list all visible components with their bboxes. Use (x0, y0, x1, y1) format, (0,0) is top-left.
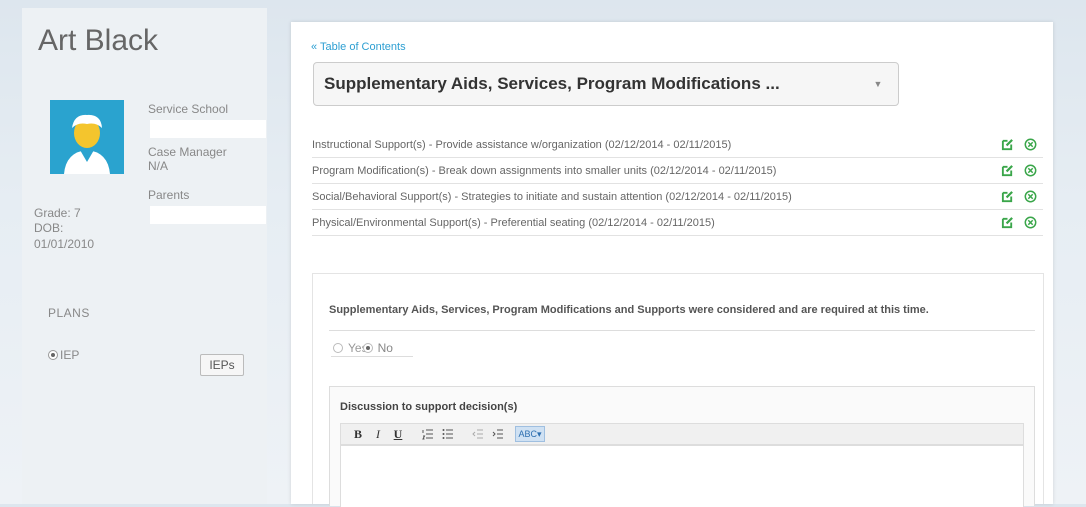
support-row: Program Modification(s) - Break down ass… (312, 158, 1043, 184)
no-label: No (377, 341, 393, 355)
support-text: Program Modification(s) - Break down ass… (312, 164, 777, 177)
chevron-down-icon: ▼ (873, 79, 883, 89)
table-of-contents-link[interactable]: « Table of Contents (311, 41, 406, 53)
remove-icon[interactable] (1024, 164, 1037, 177)
student-name: Art Black (38, 24, 159, 57)
ieps-button[interactable]: IEPs (200, 354, 244, 376)
discussion-label: Discussion to support decision(s) (340, 401, 518, 413)
section-select[interactable]: Supplementary Aids, Services, Program Mo… (313, 62, 899, 106)
no-radio[interactable] (362, 343, 373, 353)
dob-label: DOB: (34, 221, 64, 235)
iep-radio[interactable]: IEP (48, 348, 79, 362)
bold-button[interactable]: B (349, 425, 367, 443)
iep-radio-label: IEP (60, 348, 80, 362)
service-school-value (150, 120, 266, 138)
decision-question: Supplementary Aids, Services, Program Mo… (329, 304, 929, 316)
discussion-panel: Discussion to support decision(s) B I U (329, 386, 1035, 507)
support-row: Physical/Environmental Support(s) - Pref… (312, 210, 1043, 236)
section-select-value: Supplementary Aids, Services, Program Mo… (324, 74, 780, 93)
support-text: Physical/Environmental Support(s) - Pref… (312, 216, 715, 229)
avatar-icon (50, 100, 124, 174)
student-panel: Art Black Service School Case Manager N/… (22, 8, 267, 504)
remove-icon[interactable] (1024, 138, 1037, 151)
bullet-list-icon[interactable] (439, 425, 457, 443)
support-row: Social/Behavioral Support(s) - Strategie… (312, 184, 1043, 210)
parents-label: Parents (148, 188, 190, 202)
plans-label: PLANS (48, 306, 90, 320)
dob-value: 01/01/2010 (34, 237, 95, 251)
edit-icon[interactable] (1001, 164, 1014, 177)
remove-icon[interactable] (1024, 216, 1037, 229)
edit-icon[interactable] (1001, 216, 1014, 229)
yes-radio[interactable] (333, 343, 343, 353)
case-manager-value: N/A (148, 159, 169, 173)
discussion-editor[interactable] (340, 445, 1024, 507)
spellcheck-icon[interactable]: ABC▾ (515, 426, 545, 442)
iep-radio-dot[interactable] (48, 350, 58, 360)
edit-icon[interactable] (1001, 138, 1014, 151)
grade: Grade: 7 (34, 206, 81, 220)
yes-no-radio-group[interactable]: Yes No (333, 338, 409, 358)
divider (329, 330, 1035, 331)
ordered-list-icon[interactable] (419, 425, 437, 443)
outdent-icon[interactable] (469, 425, 487, 443)
underline-button[interactable]: U (389, 425, 407, 443)
support-row: Instructional Support(s) - Provide assis… (312, 132, 1043, 158)
edit-icon[interactable] (1001, 190, 1014, 203)
indent-icon[interactable] (489, 425, 507, 443)
editor-toolbar: B I U ABC▾ (340, 423, 1024, 445)
remove-icon[interactable] (1024, 190, 1037, 203)
service-school-label: Service School (148, 102, 229, 116)
italic-button[interactable]: I (369, 425, 387, 443)
divider (331, 356, 413, 357)
case-manager-label: Case Manager (148, 145, 227, 159)
support-text: Instructional Support(s) - Provide assis… (312, 138, 732, 151)
support-text: Social/Behavioral Support(s) - Strategie… (312, 190, 792, 203)
parents-value (150, 206, 266, 224)
decision-section: Supplementary Aids, Services, Program Mo… (312, 273, 1044, 507)
main-panel: « Table of Contents Supplementary Aids, … (291, 22, 1053, 507)
student-avatar (50, 100, 124, 174)
